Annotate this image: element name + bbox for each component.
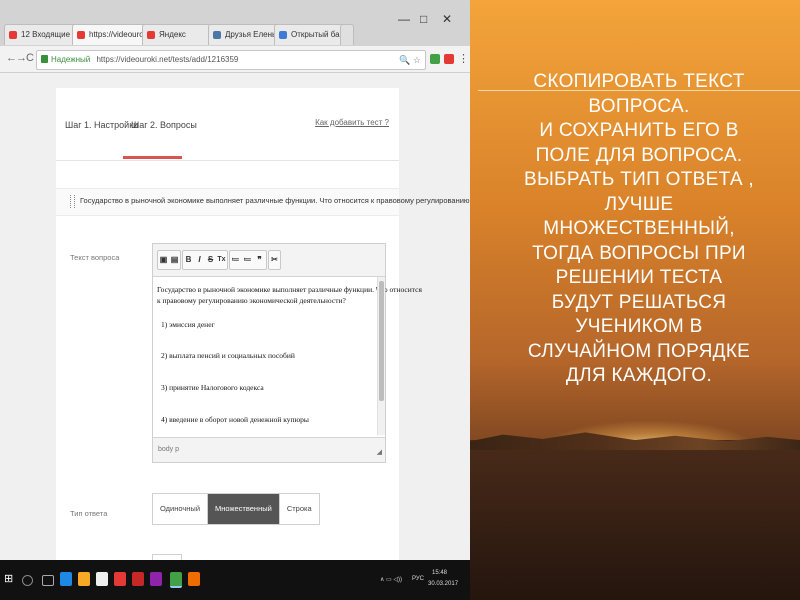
instruction-line: РЕШЕНИИ ТЕСТА xyxy=(555,267,723,288)
browser-screenshot: 12 Входящие — Янде × https://videouroki.… xyxy=(0,0,470,600)
bulleted-list-button[interactable]: ≔ xyxy=(242,251,253,269)
drag-handle-icon[interactable] xyxy=(70,195,75,208)
windows-taskbar: ⊞ ∧ ▭ ◁)) РУС 15:48 30.03.2017 xyxy=(0,560,470,600)
opera-icon[interactable] xyxy=(132,572,144,586)
bold-button[interactable]: B xyxy=(183,251,194,269)
toolbar-group: B I S Tx xyxy=(182,250,228,270)
answer-type-selector: Одиночный Множественный Строка xyxy=(152,493,320,525)
toolbar-group: ≔ ≔ ❞ xyxy=(229,250,267,270)
strikethrough-button[interactable]: S xyxy=(205,251,216,269)
powerpoint-icon[interactable] xyxy=(188,572,200,586)
answer-type-multiple[interactable]: Множественный xyxy=(208,494,280,524)
page-viewport: Шаг 1. Настройки Шаг 2. Вопросы Как доба… xyxy=(0,73,470,567)
tab-label: Яндекс xyxy=(159,30,186,39)
cut-icon[interactable]: ✂ xyxy=(269,251,280,269)
paste-icon[interactable]: ▣ xyxy=(158,251,169,269)
answer-type-string[interactable]: Строка xyxy=(279,494,319,524)
input-language[interactable]: РУС xyxy=(412,576,424,582)
instruction-line: ДЛЯ КАЖДОГО. xyxy=(565,365,713,386)
test-editor-page: Шаг 1. Настройки Шаг 2. Вопросы Как доба… xyxy=(56,88,470,567)
app-icon[interactable] xyxy=(150,572,162,586)
editor-content[interactable]: Государство в рыночной экономике выполня… xyxy=(153,277,422,435)
clock-date[interactable]: 30.03.2017 xyxy=(428,581,458,587)
clock-time[interactable]: 15:48 xyxy=(432,570,447,576)
answer-option: 4) введение в оборот новой денежной купю… xyxy=(161,415,309,424)
active-step-indicator xyxy=(123,156,182,159)
new-tab-button[interactable] xyxy=(340,24,354,45)
yandex-browser-icon[interactable] xyxy=(114,572,126,586)
italic-button[interactable]: I xyxy=(194,251,205,269)
question-text-editor[interactable]: ▣ ▤ B I S Tx ≔ ≔ ❞ ✂ Государство в рыноч… xyxy=(152,243,422,463)
address-bar-row: ← → C Надежный https://videouroki.net/te… xyxy=(0,46,470,73)
reload-button[interactable]: C xyxy=(26,52,34,64)
editor-toolbar: ▣ ▤ B I S Tx ≔ ≔ ❞ ✂ xyxy=(153,244,385,277)
instruction-line: ТОГДА ВОПРОСЫ ПРИ xyxy=(532,242,746,264)
paste-text-icon[interactable]: ▤ xyxy=(169,251,180,269)
steps-header: Шаг 1. Настройки Шаг 2. Вопросы Как доба… xyxy=(56,88,399,161)
vk-icon xyxy=(213,31,221,39)
address-bar[interactable]: Надежный https://videouroki.net/tests/ad… xyxy=(36,50,426,70)
site-favicon xyxy=(77,31,85,39)
folder-icon[interactable] xyxy=(78,572,90,586)
yandex-icon xyxy=(147,31,155,39)
how-to-add-test-link[interactable]: Как добавить тест ? xyxy=(315,118,389,127)
blockquote-button[interactable]: ❞ xyxy=(254,251,265,269)
extension-icon[interactable] xyxy=(430,54,440,64)
instruction-line: ВОПРОСА. xyxy=(588,95,690,117)
answer-option: 2) выплата пенсий и социальных пособий xyxy=(161,351,295,360)
instruction-line: БУДУТ РЕШАТЬСЯ xyxy=(551,291,727,313)
answer-type-single[interactable]: Одиночный xyxy=(153,494,209,524)
store-icon[interactable] xyxy=(96,572,108,586)
extension-icon[interactable] xyxy=(444,54,454,64)
editor-paragraph: к правовому регулированию экономической … xyxy=(157,296,346,305)
numbered-list-button[interactable]: ≔ xyxy=(230,251,241,269)
toolbar-group: ✂ xyxy=(268,250,281,270)
instruction-line: УЧЕНИКОМ В xyxy=(575,316,703,337)
sea-background xyxy=(470,440,800,600)
search-icon[interactable] xyxy=(22,575,33,586)
page-icon xyxy=(279,31,287,39)
instruction-line: ВЫБРАТЬ ТИП ОТВЕТА , xyxy=(523,169,755,190)
editor-scrollbar[interactable] xyxy=(377,277,385,435)
scrollbar-thumb[interactable] xyxy=(379,281,384,401)
element-path: body p xyxy=(158,446,180,453)
edge-icon[interactable] xyxy=(60,572,72,586)
instruction-text: СКОПИРОВАТЬ ТЕКСТ ВОПРОСА. И СОХРАНИТЬ Е… xyxy=(478,70,800,389)
toolbar-group: ▣ ▤ xyxy=(157,250,181,270)
tray-icons[interactable]: ∧ ▭ ◁)) xyxy=(380,576,402,583)
close-window-button[interactable]: ✕ xyxy=(442,12,452,26)
minimize-button[interactable]: — xyxy=(398,12,410,26)
instruction-line: СЛУЧАЙНОМ ПОРЯДКЕ xyxy=(527,340,751,362)
question-summary: Государство в рыночной экономике выполня… xyxy=(80,196,470,205)
instruction-line: ЛУЧШЕ xyxy=(604,193,674,215)
instruction-line: ПОЛЕ ДЛЯ ВОПРОСА. xyxy=(535,144,743,166)
answer-option: 3) принятие Налогового кодекса xyxy=(161,383,264,392)
question-text-label: Текст вопроса xyxy=(70,253,120,262)
browser-tab-strip: 12 Входящие — Янде × https://videouroki.… xyxy=(0,0,470,46)
instruction-line: МНОЖЕСТВЕННЫЙ, xyxy=(543,218,735,239)
chrome-icon[interactable] xyxy=(170,572,182,588)
answer-type-label: Тип ответа xyxy=(70,509,108,518)
start-icon[interactable]: ⊞ xyxy=(4,572,16,586)
step-questions-tab[interactable]: Шаг 2. Вопросы xyxy=(131,120,197,130)
mail-icon xyxy=(9,31,17,39)
maximize-button[interactable]: □ xyxy=(420,12,427,26)
remove-format-button[interactable]: Tx xyxy=(216,251,227,269)
answer-option: 1) эмиссия денег xyxy=(161,320,215,329)
step-settings-tab[interactable]: Шаг 1. Настройки xyxy=(65,120,138,130)
url-text: https://videouroki.net/tests/add/1216359 xyxy=(96,55,239,64)
editor-status-bar: body p ◢ xyxy=(153,437,385,462)
task-view-icon[interactable] xyxy=(42,575,54,586)
question-list-item[interactable]: Государство в рыночной экономике выполня… xyxy=(56,188,470,216)
menu-icon[interactable]: ⋮ xyxy=(458,52,469,65)
instruction-line: СКОПИРОВАТЬ ТЕКСТ xyxy=(533,71,745,92)
lock-icon xyxy=(41,55,48,63)
instruction-line: И СОХРАНИТЬ ЕГО В xyxy=(539,120,739,141)
bookmark-star-icon[interactable]: 🔍 ☆ xyxy=(399,51,421,69)
resize-handle-icon[interactable]: ◢ xyxy=(377,448,382,456)
